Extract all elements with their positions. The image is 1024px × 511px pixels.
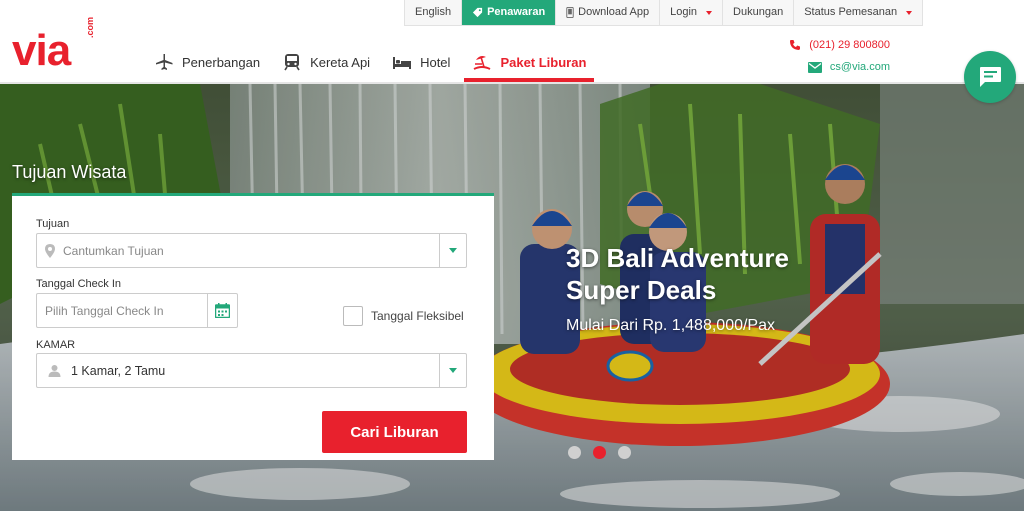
calendar-button[interactable] <box>207 294 237 327</box>
destination-dropdown-button[interactable] <box>439 234 466 267</box>
nav-item-hotel[interactable]: Hotel <box>384 44 458 80</box>
checkin-placeholder: Pilih Tanggal Check In <box>45 303 164 318</box>
language-selector[interactable]: English <box>405 0 463 25</box>
download-app-label: Download App <box>578 6 650 18</box>
chevron-down-icon <box>906 10 913 15</box>
phone-number: (021) 29 800800 <box>809 39 890 51</box>
booking-status-dropdown[interactable]: Status Pemesanan <box>794 0 923 25</box>
top-utility-bar: English Penawaran Download App Login Duk… <box>404 0 924 26</box>
flexible-date-label: Tanggal Fleksibel <box>371 309 464 323</box>
support-link[interactable]: Dukungan <box>723 0 795 25</box>
language-label: English <box>415 6 452 18</box>
checkin-date-field[interactable]: Pilih Tanggal Check In <box>36 293 238 328</box>
hero-title-line2: Super Deals <box>566 275 717 305</box>
logo-suffix: .com <box>85 16 95 38</box>
train-icon <box>284 54 300 71</box>
logo-wordmark: via <box>12 26 71 75</box>
carousel-dot-3[interactable] <box>618 446 631 459</box>
bed-icon <box>393 57 412 69</box>
room-guest-value: 1 Kamar, 2 Tamu <box>71 363 166 378</box>
contact-info: (021) 29 800800 cs@via.com <box>789 34 890 78</box>
nav-label-trains: Kereta Api <box>310 54 371 70</box>
carousel-dot-1[interactable] <box>568 446 581 459</box>
site-header: English Penawaran Download App Login Duk… <box>0 0 1024 84</box>
holiday-search-form: Tujuan Cantumkan Tujuan Tanggal Check In… <box>12 193 494 460</box>
hero-title: 3D Bali Adventure Super Deals <box>566 242 789 306</box>
nav-item-flights[interactable]: Penerbangan <box>146 44 268 80</box>
checkin-label: Tanggal Check In <box>36 278 121 290</box>
nav-item-holiday-packages[interactable]: Paket Liburan <box>464 44 595 82</box>
phone-icon <box>790 40 801 50</box>
download-app-link[interactable]: Download App <box>556 0 661 25</box>
nav-label-hotel: Hotel <box>420 54 451 70</box>
chevron-down-icon <box>449 248 457 253</box>
contact-phone[interactable]: (021) 29 800800 <box>789 34 890 56</box>
map-pin-icon <box>37 243 63 258</box>
live-chat-button[interactable] <box>964 51 1016 103</box>
search-panel-title: Tujuan Wisata <box>12 162 127 182</box>
chevron-down-icon <box>706 10 713 15</box>
header-divider <box>0 82 1024 84</box>
nav-label-holiday-packages: Paket Liburan <box>500 54 587 70</box>
support-label: Dukungan <box>733 6 784 18</box>
chat-bubble-icon <box>980 67 1001 87</box>
carousel-dots <box>568 446 631 459</box>
nav-label-flights: Penerbangan <box>182 54 261 70</box>
chevron-down-icon <box>449 368 457 373</box>
destination-field[interactable]: Cantumkan Tujuan <box>36 233 467 268</box>
offers-label: Penawaran <box>487 6 546 18</box>
tag-icon <box>472 7 483 18</box>
mail-icon <box>807 61 822 73</box>
login-dropdown[interactable]: Login <box>660 0 724 25</box>
booking-status-label: Status Pemesanan <box>804 6 898 18</box>
airplane-icon <box>156 54 173 70</box>
login-label: Login <box>670 6 698 18</box>
carousel-dot-2[interactable] <box>593 446 606 459</box>
destination-label: Tujuan <box>36 218 70 230</box>
search-holiday-button[interactable]: Cari Liburan <box>322 411 467 453</box>
calendar-icon <box>215 303 230 318</box>
room-guest-selector[interactable]: 1 Kamar, 2 Tamu <box>36 353 467 388</box>
phone-device-icon <box>566 7 574 18</box>
hero-title-line1: 3D Bali Adventure <box>566 243 789 273</box>
user-icon <box>37 364 71 377</box>
contact-email[interactable]: cs@via.com <box>789 56 890 78</box>
hero-price: Mulai Dari Rp. 1,488,000/Pax <box>566 317 775 334</box>
room-label: KAMAR <box>36 339 76 351</box>
room-dropdown-button[interactable] <box>439 354 466 387</box>
offers-link[interactable]: Penawaran <box>462 0 557 25</box>
page: English Penawaran Download App Login Duk… <box>0 0 1024 511</box>
via-logo[interactable]: via .com <box>12 17 102 75</box>
beach-icon <box>473 56 491 70</box>
flexible-date-checkbox[interactable] <box>343 306 363 326</box>
email-address: cs@via.com <box>829 61 890 73</box>
main-nav: Penerbangan Kereta Api Hotel Paket Libur… <box>146 44 600 82</box>
nav-item-trains[interactable]: Kereta Api <box>274 44 378 80</box>
destination-placeholder: Cantumkan Tujuan <box>63 243 164 258</box>
